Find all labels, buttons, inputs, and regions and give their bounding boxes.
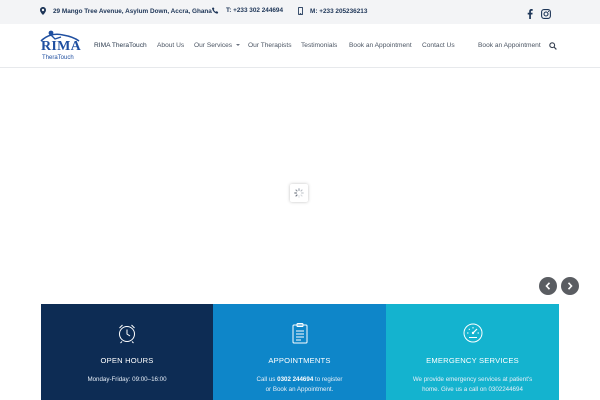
instagram-link[interactable] [541,6,551,24]
top-info-bar: 29 Mango Tree Avenue, Asylum Down, Accra… [0,0,600,24]
appointments-text-line2: or Book an Appointment. [265,385,334,393]
appointments-title: APPOINTMENTS [268,356,331,365]
appointments-card: APPOINTMENTS Call us 0302 244694 to regi… [213,304,386,400]
open-hours-text: Monday-Friday: 09:00–16:00 [87,376,167,383]
search-icon[interactable] [549,42,557,50]
facebook-icon [527,9,533,19]
nav-item-services-label: Our Services [194,42,233,49]
logo-title: RIMA [41,39,82,54]
appointments-text-suffix: to register [313,376,343,383]
address-info: 29 Mango Tree Avenue, Asylum Down, Accra… [40,7,212,15]
phone-info[interactable]: T: +233 302 244694 [212,7,283,14]
phone-text: T: +233 302 244694 [226,7,284,14]
main-header: RIMA TheraTouch RIMA TheraTouch About Us… [0,24,600,68]
alarm-clock-icon [119,324,135,344]
open-hours-card: OPEN HOURS Monday-Friday: 09:00–16:00 [41,304,213,400]
loading-spinner [290,184,308,202]
spinner-icon [294,188,304,198]
logo-subtitle: TheraTouch [42,55,74,61]
nav-item-therapists[interactable]: Our Therapists [248,42,292,49]
appointments-text: Call us 0302 244694 to register or Book … [231,375,368,394]
hero-slider [0,68,600,304]
nav-item-services[interactable]: Our Services [194,42,241,49]
chevron-left-icon [545,282,551,290]
emergency-services-title: EMERGENCY SERVICES [426,356,519,365]
site-logo[interactable]: RIMA TheraTouch [37,29,81,65]
instagram-icon [541,9,551,19]
emergency-services-text: We provide emergency services at patient… [412,376,533,393]
open-hours-title: OPEN HOURS [100,356,154,365]
phone-icon [212,7,219,14]
book-appointment-link[interactable]: Book an Appointment [478,42,541,49]
mobile-info[interactable]: M: +233 205236213 [298,7,367,15]
slider-next-button[interactable] [561,277,579,295]
clipboard-icon [292,323,307,344]
emergency-services-card: EMERGENCY SERVICES We provide emergency … [386,304,559,400]
gauge-icon [463,323,482,343]
appointments-text-prefix: Call us [256,376,278,383]
mobile-icon [298,7,303,15]
chevron-right-icon [567,282,573,290]
nav-item-appointment[interactable]: Book an Appointment [349,42,412,49]
map-pin-icon [40,7,46,15]
slider-prev-button[interactable] [539,277,557,295]
facebook-link[interactable] [527,6,533,24]
caret-down-icon [236,44,241,47]
mobile-text: M: +233 205236213 [310,7,368,15]
nav-item-testimonials[interactable]: Testimonials [301,42,337,49]
address-text: 29 Mango Tree Avenue, Asylum Down, Accra… [53,7,212,15]
nav-item-home[interactable]: RIMA TheraTouch [94,42,147,49]
nav-item-about[interactable]: About Us [157,42,184,49]
appointments-phone-link[interactable]: 0302 244694 [277,376,313,383]
nav-item-contact[interactable]: Contact Us [422,42,455,49]
